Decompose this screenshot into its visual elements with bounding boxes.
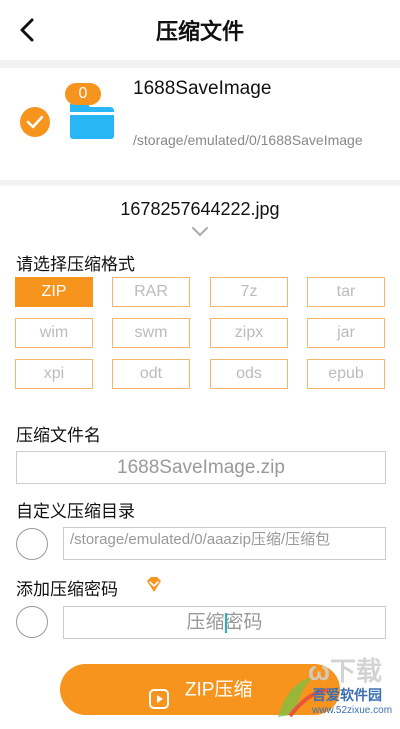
format-ods[interactable]: ods xyxy=(210,359,288,389)
format-rar[interactable]: RAR xyxy=(112,277,190,307)
format-tar[interactable]: tar xyxy=(307,277,385,307)
filename-field[interactable]: 1688SaveImage.zip xyxy=(16,451,386,484)
zip-compress-label: ZIP压缩 xyxy=(184,679,253,701)
text-cursor xyxy=(225,613,227,633)
format-jar[interactable]: jar xyxy=(307,318,385,348)
password-label: 添加压缩密码 xyxy=(16,580,118,599)
watermark-site-name: 吾爱软件园 xyxy=(312,687,382,703)
folder-name: 1688SaveImage xyxy=(133,78,272,99)
filename-label: 压缩文件名 xyxy=(16,426,101,445)
format-7z[interactable]: 7z xyxy=(210,277,288,307)
page-title: 压缩文件 xyxy=(155,19,244,44)
vip-diamond-icon xyxy=(144,575,164,595)
format-xpi[interactable]: xpi xyxy=(15,359,93,389)
play-icon xyxy=(148,679,170,709)
directory-radio[interactable] xyxy=(16,528,48,560)
folder-icon xyxy=(68,100,116,140)
format-wim[interactable]: wim xyxy=(15,318,93,348)
format-zipx[interactable]: zipx xyxy=(210,318,288,348)
folder-path: /storage/emulated/0/1688SaveImage xyxy=(133,132,363,148)
file-name: 1678257644222.jpg xyxy=(120,199,280,219)
format-zip[interactable]: ZIP xyxy=(15,277,93,307)
divider xyxy=(0,180,400,186)
format-epub[interactable]: epub xyxy=(307,359,385,389)
format-swm[interactable]: swm xyxy=(112,318,190,348)
watermark-url: www.52zixue.com xyxy=(312,705,393,716)
divider xyxy=(0,60,400,68)
count-badge: 0 xyxy=(65,83,101,105)
format-odt[interactable]: odt xyxy=(112,359,190,389)
directory-field[interactable]: /storage/emulated/0/aaazip压缩/压缩包 xyxy=(63,527,386,560)
svg-text:ω下载: ω下载 xyxy=(308,656,382,686)
password-field[interactable]: 压缩密码 xyxy=(63,606,386,639)
chevron-down-icon[interactable] xyxy=(191,225,209,237)
format-label: 请选择压缩格式 xyxy=(16,255,135,274)
selected-check-icon[interactable] xyxy=(20,107,50,137)
directory-label: 自定义压缩目录 xyxy=(16,502,135,521)
password-radio[interactable] xyxy=(16,606,48,638)
top-bar: 压缩文件 xyxy=(0,0,400,60)
